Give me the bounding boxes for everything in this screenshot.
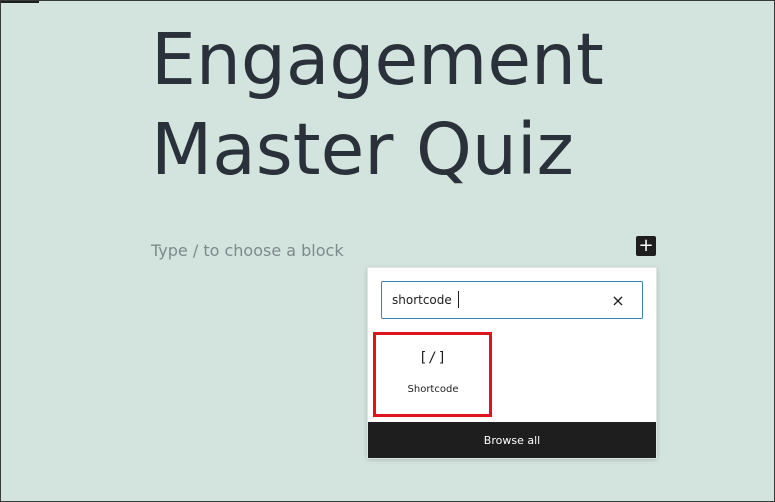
shortcode-icon: [/] [418, 350, 448, 366]
browse-all-button[interactable]: Browse all [368, 422, 656, 458]
add-block-button[interactable]: + [636, 236, 656, 256]
text-caret [458, 291, 459, 308]
block-inserter-popover: × [/] Shortcode Browse all [367, 267, 657, 459]
block-result-shortcode[interactable]: [/] Shortcode [378, 336, 488, 416]
block-placeholder[interactable]: Type / to choose a block [151, 241, 344, 261]
block-result-label: Shortcode [407, 384, 459, 395]
close-icon: × [611, 290, 625, 310]
block-search-input[interactable] [392, 290, 592, 310]
block-search-box[interactable]: × [381, 281, 643, 319]
top-left-edge-mark [1, 1, 39, 3]
post-title[interactable]: Engagement Master Quiz [151, 15, 711, 195]
clear-search-button[interactable]: × [609, 290, 627, 310]
plus-icon: + [638, 235, 654, 256]
